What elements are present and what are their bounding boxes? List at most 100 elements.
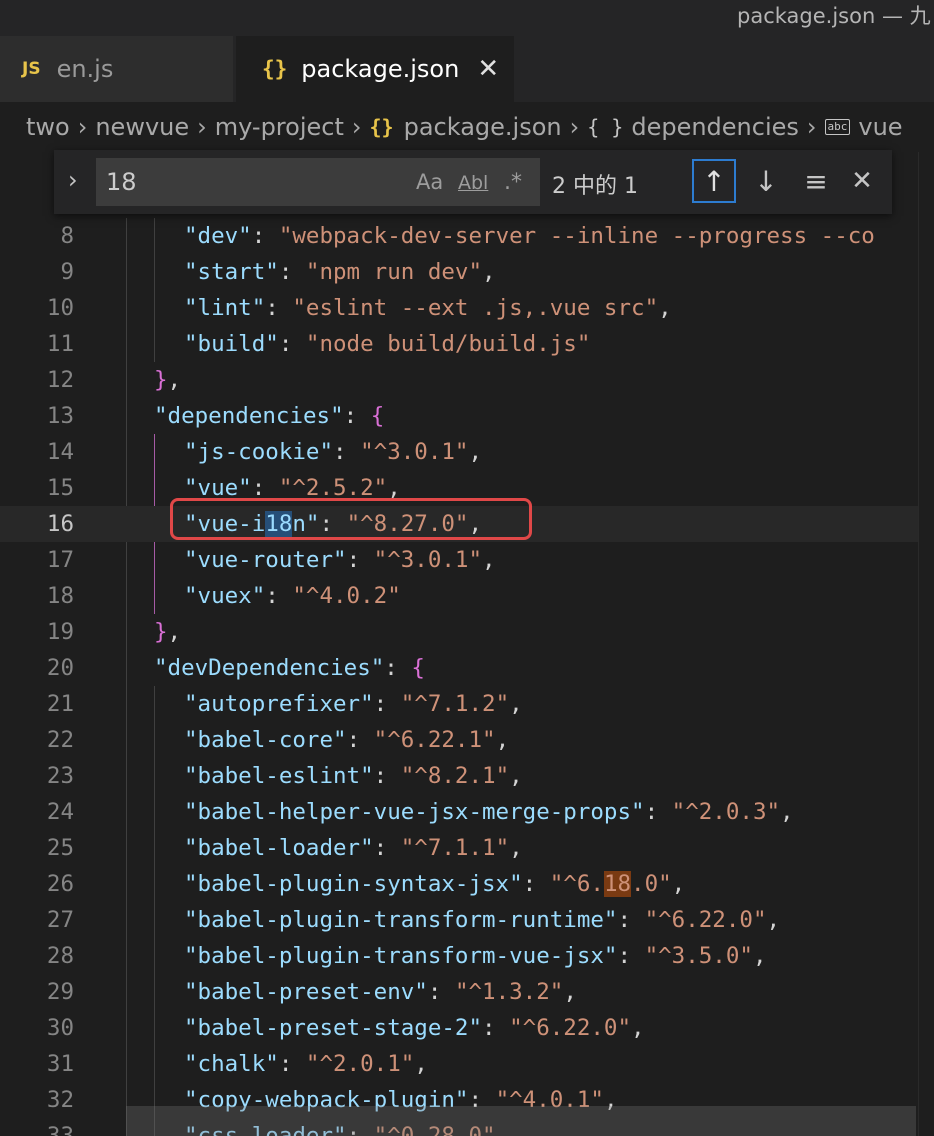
code-line[interactable]: 27 "babel-plugin-transform-runtime": "^6.… bbox=[0, 902, 918, 938]
code-token: "vuex" bbox=[184, 583, 266, 609]
code-line[interactable]: 30 "babel-preset-stage-2": "^6.22.0", bbox=[0, 1010, 918, 1046]
code-token: "dev" bbox=[184, 223, 252, 249]
chevron-right-icon: › bbox=[569, 113, 580, 141]
line-number: 30 bbox=[46, 1015, 74, 1041]
code-line[interactable]: 8 "dev": "webpack-dev-server --inline --p… bbox=[0, 218, 918, 254]
tab-en-js[interactable]: JS en.js bbox=[0, 36, 234, 102]
code-line[interactable]: 25 "babel-loader": "^7.1.1", bbox=[0, 830, 918, 866]
breadcrumb-item[interactable]: two bbox=[26, 113, 70, 141]
code-text: "babel-preset-stage-2": "^6.22.0", bbox=[184, 1010, 645, 1046]
chevron-right-icon: › bbox=[197, 113, 207, 141]
code-line[interactable]: 11 "build": "node build/build.js" bbox=[0, 326, 918, 362]
line-number: 31 bbox=[46, 1051, 74, 1077]
code-line[interactable]: 19}, bbox=[0, 614, 918, 650]
code-text: "babel-core": "^6.22.1", bbox=[184, 722, 509, 758]
line-number: 27 bbox=[46, 907, 74, 933]
code-token: , bbox=[468, 439, 483, 465]
code-token: "^6.22.0" bbox=[644, 907, 767, 933]
find-input[interactable]: 18 Aa Abl .* bbox=[96, 158, 540, 206]
line-number: 25 bbox=[46, 835, 74, 861]
breadcrumb-item[interactable]: dependencies bbox=[631, 113, 799, 141]
match-case-icon[interactable]: Aa bbox=[416, 170, 443, 194]
code-token: "^8.2.1" bbox=[400, 763, 510, 789]
code-line[interactable]: 22 "babel-core": "^6.22.1", bbox=[0, 722, 918, 758]
code-line[interactable]: 20 "devDependencies": { bbox=[0, 650, 918, 686]
whole-word-icon[interactable]: Abl bbox=[458, 172, 488, 194]
close-icon[interactable]: ✕ bbox=[477, 54, 499, 84]
code-line[interactable]: 17 "vue-router": "^3.0.1", bbox=[0, 542, 918, 578]
code-token: "chalk" bbox=[184, 1051, 279, 1077]
code-token: : bbox=[333, 439, 361, 465]
code-token: "start" bbox=[184, 259, 279, 285]
code-line[interactable]: 26 "babel-plugin-syntax-jsx": "^6.18.0", bbox=[0, 866, 918, 902]
close-icon: ✕ bbox=[851, 166, 873, 196]
chevron-right-icon: › bbox=[351, 113, 362, 141]
code-line[interactable]: 14 "js-cookie": "^3.0.1", bbox=[0, 434, 918, 470]
code-token: } bbox=[154, 619, 168, 645]
breadcrumb-item[interactable]: package.json bbox=[404, 113, 562, 141]
code-editor[interactable]: 8 "dev": "webpack-dev-server --inline --p… bbox=[0, 218, 934, 1136]
code-token: "node build/build.js" bbox=[305, 331, 591, 357]
code-line[interactable]: 13 "dependencies": { bbox=[0, 398, 918, 434]
code-text: }, bbox=[154, 614, 181, 650]
code-text: "babel-loader": "^7.1.1", bbox=[184, 830, 523, 866]
code-text: "chalk": "^2.0.1", bbox=[184, 1046, 428, 1082]
code-token: "^3.0.1" bbox=[373, 547, 483, 573]
tab-package-json[interactable]: {} package.json ✕ bbox=[236, 36, 514, 102]
code-token: "babel-plugin-syntax-jsx" bbox=[184, 871, 523, 897]
line-number: 8 bbox=[60, 223, 74, 249]
regex-icon[interactable]: .* bbox=[504, 170, 522, 195]
code-token: , bbox=[631, 1015, 645, 1041]
code-token: "babel-loader" bbox=[184, 835, 374, 861]
code-token: "babel-helper-vue-jsx-merge-props" bbox=[184, 799, 645, 825]
string-icon: abc bbox=[824, 119, 851, 135]
line-number: 23 bbox=[46, 763, 74, 789]
line-number: 20 bbox=[46, 655, 74, 681]
breadcrumb-item[interactable]: vue bbox=[858, 113, 902, 141]
code-line[interactable]: 29 "babel-preset-env": "^1.3.2", bbox=[0, 974, 918, 1010]
close-find-button[interactable]: ✕ bbox=[840, 159, 884, 203]
line-number: 32 bbox=[46, 1087, 74, 1113]
code-line[interactable]: 31 "chalk": "^2.0.1", bbox=[0, 1046, 918, 1082]
previous-match-button[interactable]: ↑ bbox=[692, 159, 736, 203]
toggle-replace-icon[interactable]: › bbox=[68, 166, 78, 194]
code-line[interactable]: 28 "babel-plugin-transform-vue-jsx": "^3.… bbox=[0, 938, 918, 974]
code-line[interactable]: 21 "autoprefixer": "^7.1.2", bbox=[0, 686, 918, 722]
line-number: 28 bbox=[46, 943, 74, 969]
code-token: "^4.0.2" bbox=[292, 583, 401, 609]
code-text: "babel-preset-env": "^1.3.2", bbox=[184, 974, 577, 1010]
code-token: , bbox=[495, 727, 510, 753]
code-line[interactable]: 18 "vuex": "^4.0.2" bbox=[0, 578, 918, 614]
next-match-button[interactable]: ↓ bbox=[744, 159, 788, 203]
horizontal-scrollbar[interactable] bbox=[126, 1106, 916, 1136]
breadcrumb: two › newvue › my-project › {} package.j… bbox=[0, 102, 934, 152]
code-token: : bbox=[343, 403, 371, 429]
code-token: "webpack-dev-server --inline --progress … bbox=[278, 223, 875, 249]
breadcrumb-item[interactable]: my-project bbox=[215, 113, 344, 141]
code-line[interactable]: 12}, bbox=[0, 362, 918, 398]
chevron-right-icon: › bbox=[77, 113, 88, 141]
line-number: 14 bbox=[46, 439, 74, 465]
code-line[interactable]: 9 "start": "npm run dev", bbox=[0, 254, 918, 290]
code-token: , bbox=[482, 259, 496, 285]
code-token: "js-cookie" bbox=[184, 439, 334, 465]
code-line[interactable]: 24 "babel-helper-vue-jsx-merge-props": "^… bbox=[0, 794, 918, 830]
code-token: : bbox=[482, 1015, 510, 1041]
code-token: "^6.22.1" bbox=[373, 727, 496, 753]
line-number: 16 bbox=[46, 511, 74, 537]
line-number: 18 bbox=[46, 583, 74, 609]
arrow-down-icon: ↓ bbox=[754, 164, 778, 198]
find-in-selection-button[interactable]: ≡ bbox=[794, 159, 838, 203]
code-text: "start": "npm run dev", bbox=[184, 254, 496, 290]
code-text: "vuex": "^4.0.2" bbox=[184, 578, 401, 614]
code-token: "babel-plugin-transform-vue-jsx" bbox=[184, 943, 618, 969]
line-number: 22 bbox=[46, 727, 74, 753]
code-token: , bbox=[671, 871, 686, 897]
breadcrumb-item[interactable]: newvue bbox=[95, 113, 189, 141]
code-text: "babel-plugin-transform-vue-jsx": "^3.5.… bbox=[184, 938, 767, 974]
code-token: : bbox=[373, 763, 401, 789]
code-token: : bbox=[278, 1051, 306, 1077]
code-line[interactable]: 10 "lint": "eslint --ext .js,.vue src", bbox=[0, 290, 918, 326]
code-line[interactable]: 23 "babel-eslint": "^8.2.1", bbox=[0, 758, 918, 794]
vertical-scrollbar[interactable] bbox=[918, 152, 934, 1136]
